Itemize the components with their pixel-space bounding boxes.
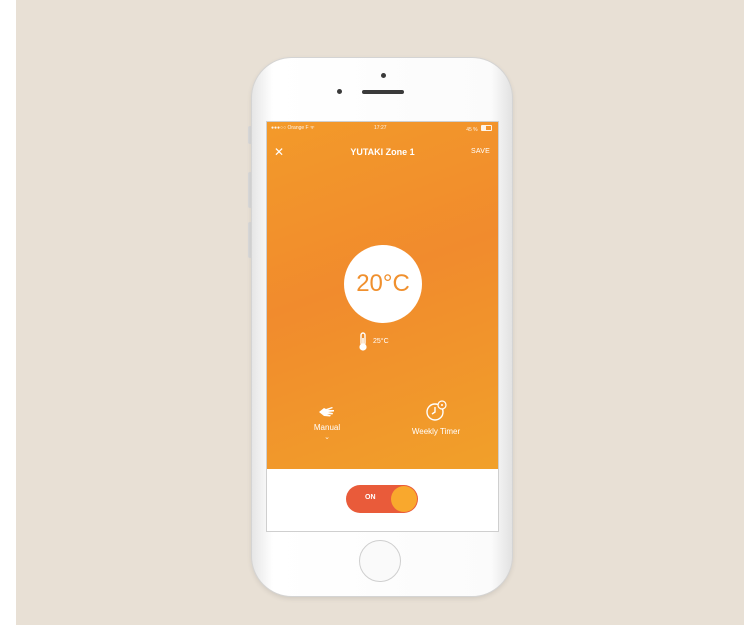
nav-bar: ✕ YUTAKI Zone 1 SAVE <box>267 144 498 160</box>
page-title: YUTAKI Zone 1 <box>350 147 415 157</box>
mode-weekly-timer[interactable]: Weekly Timer <box>397 400 475 436</box>
thermometer-icon <box>359 332 367 351</box>
status-time: 17:27 <box>374 125 387 131</box>
clock-icon <box>426 400 447 421</box>
hand-icon <box>319 407 334 417</box>
power-toggle[interactable]: ON <box>346 485 418 513</box>
mode-weekly-label: Weekly Timer <box>411 427 461 436</box>
room-temperature-value: 25°C <box>373 338 389 345</box>
power-toggle-label: ON <box>365 494 376 501</box>
app-screen: ●●●○○ Orange F ᯤ 17:27 45 % ✕ YUTAKI Zon… <box>267 122 498 531</box>
thermostat-panel: ●●●○○ Orange F ᯤ 17:27 45 % ✕ YUTAKI Zon… <box>267 122 498 469</box>
battery-percent: 45 % <box>466 127 478 133</box>
mode-manual[interactable]: Manual ⌄ <box>301 404 353 441</box>
status-bar: ●●●○○ Orange F ᯤ 17:27 45 % <box>267 122 498 134</box>
battery-icon <box>481 125 492 131</box>
setpoint-dial[interactable]: 20°C <box>344 245 422 323</box>
home-button[interactable] <box>359 540 401 582</box>
setpoint-value: 20°C <box>356 270 410 297</box>
battery-indicator: 45 % <box>466 125 492 133</box>
proximity-sensor <box>337 89 342 94</box>
earpiece-speaker <box>362 90 404 94</box>
carrier-label: ●●●○○ Orange F ᯤ <box>271 125 315 131</box>
front-camera <box>381 73 386 78</box>
power-toggle-knob[interactable] <box>391 486 417 512</box>
power-bar: ON <box>267 469 498 531</box>
mode-manual-label: Manual <box>313 423 341 432</box>
chevron-down-icon[interactable]: ⌄ <box>301 433 353 441</box>
save-button[interactable]: SAVE <box>471 148 490 155</box>
